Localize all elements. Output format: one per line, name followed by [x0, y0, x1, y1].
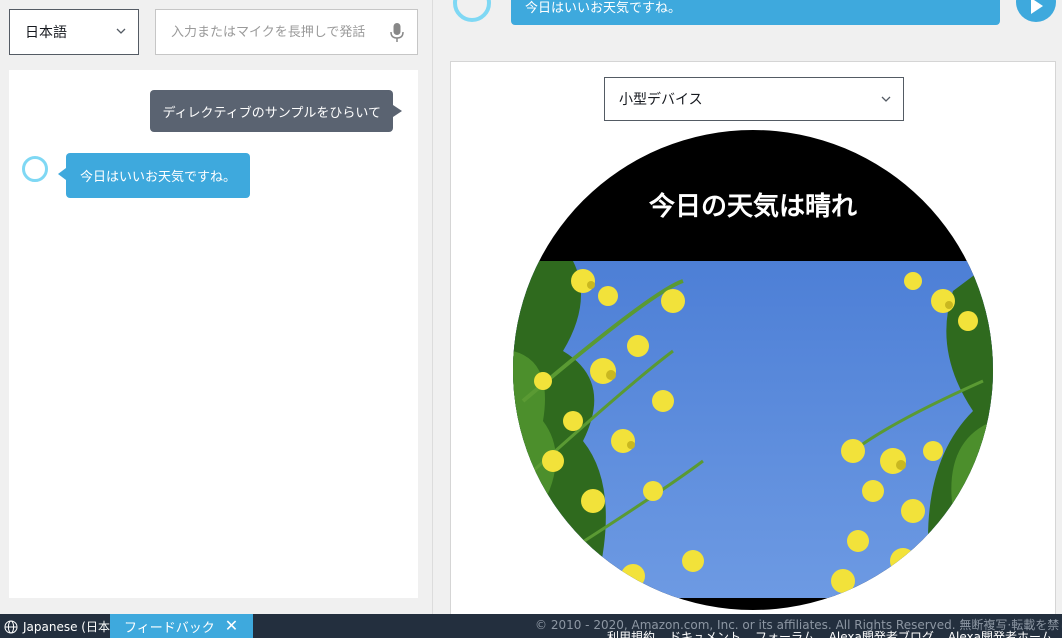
alexa-reply-text: 今日はいいお天気ですね。: [80, 170, 237, 185]
language-select[interactable]: 日本語: [9, 9, 139, 55]
feedback-button[interactable]: フィードバック ✕: [110, 614, 253, 638]
alexa-ring-icon: [453, 0, 491, 22]
utterance-input[interactable]: [171, 24, 376, 40]
conversation-panel: ディレクティブのサンプルをひらいて 今日はいいお天気ですね。: [9, 70, 418, 598]
utterance-input-box: [155, 9, 418, 55]
alexa-ring-icon: [22, 156, 48, 182]
alexa-speech-bubble: 今日はいいお天気ですね。: [511, 0, 1000, 25]
user-message-bubble: ディレクティブのサンプルをひらいて: [150, 90, 402, 132]
footer-link-docs[interactable]: ドキュメント: [669, 628, 741, 638]
device-type-select[interactable]: 小型デバイス: [604, 77, 904, 121]
footer-link-forum[interactable]: フォーラム: [755, 628, 815, 638]
alexa-speech-text: 今日はいいお天気ですね。: [525, 1, 682, 16]
user-message-text: ディレクティブのサンプルをひらいて: [162, 105, 381, 121]
rapeseed-flowers-sky-image: [513, 261, 993, 598]
simulator-left-panel: 日本語 ディレクティブのサンプルをひらいて 今日はいいお天気ですね。: [0, 0, 433, 614]
footer-link-home[interactable]: Alexa開発者ホーム: [948, 628, 1053, 638]
footer-link-terms[interactable]: 利用規約: [607, 628, 655, 638]
language-select-value: 日本語: [25, 25, 67, 41]
chevron-down-icon: [116, 28, 126, 34]
device-type-value: 小型デバイス: [619, 92, 703, 108]
round-device-screen: 今日の天気は晴れ: [513, 130, 993, 610]
alexa-reply-bubble: 今日はいいお天気ですね。: [57, 153, 251, 198]
footer-link-blog[interactable]: Alexa開発者ブログ: [829, 628, 934, 638]
globe-icon: [4, 620, 18, 633]
play-button[interactable]: [1016, 0, 1056, 22]
screen-title: 今日の天気は晴れ: [648, 192, 857, 222]
page-footer: Japanese (日本語) フィードバック ✕ © 2010 - 2020, …: [0, 614, 1062, 638]
close-icon[interactable]: ✕: [225, 618, 238, 634]
footer-links: 利用規約 ドキュメント フォーラム Alexa開発者ブログ Alexa開発者ホー…: [607, 628, 1053, 638]
locale-selector[interactable]: Japanese (日本語): [4, 618, 127, 635]
feedback-label: フィードバック: [124, 620, 215, 636]
chevron-down-icon: [881, 96, 891, 102]
microphone-icon[interactable]: [389, 22, 405, 44]
device-display-card: 小型デバイス 今日の天気は晴れ: [450, 61, 1056, 621]
device-preview-panel: 今日はいいお天気ですね。 小型デバイス 今日の天気は晴れ: [434, 0, 1062, 621]
